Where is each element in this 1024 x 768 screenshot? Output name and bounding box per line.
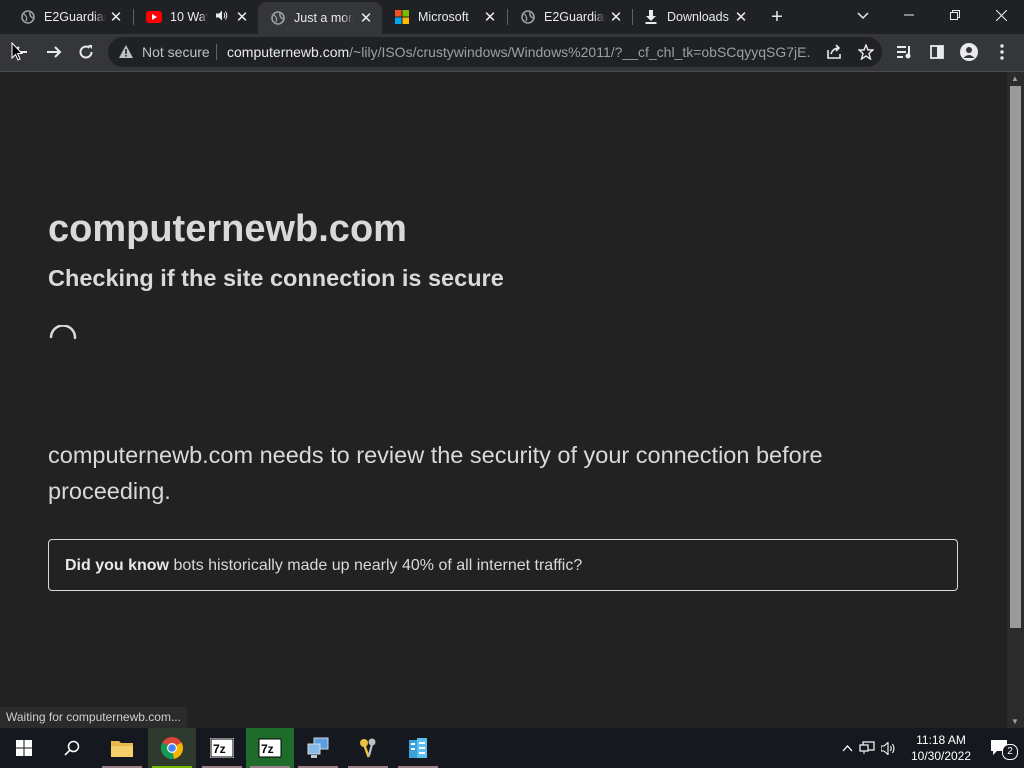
tab-title: E2Guardian <box>544 10 606 24</box>
search-icon <box>64 740 80 756</box>
scroll-down-arrow-icon[interactable]: ▼ <box>1011 717 1019 726</box>
bookmark-star-icon[interactable] <box>856 42 876 62</box>
youtube-icon <box>146 9 162 25</box>
browser-toolbar: Not secure computernewb.com/~lily/ISOs/c… <box>0 34 1024 72</box>
page-content: computernewb.com Checking if the site co… <box>0 72 1007 728</box>
new-tab-button[interactable]: + <box>766 6 788 28</box>
vertical-scrollbar[interactable]: ▲ ▼ <box>1007 72 1024 728</box>
windows-logo-icon <box>16 740 32 756</box>
forward-button[interactable] <box>40 38 68 66</box>
chrome-icon <box>161 737 184 760</box>
folder-icon <box>111 741 133 757</box>
close-window-button[interactable] <box>978 0 1024 30</box>
tab-e2guardian-2[interactable]: E2Guardian ✕ <box>508 0 632 34</box>
site-title: computernewb.com <box>48 208 407 250</box>
network-app-button[interactable] <box>294 728 342 768</box>
url-text[interactable]: computernewb.com/~lily/ISOs/crustywindow… <box>227 44 811 60</box>
7zip-fm-icon: 7z <box>258 738 282 758</box>
svg-text:7z: 7z <box>213 742 226 756</box>
close-tab-icon[interactable]: ✕ <box>733 8 749 26</box>
did-you-know-fact: bots historically made up nearly 40% of … <box>169 557 583 574</box>
tab-title: E2Guardian <box>44 10 106 24</box>
share-icon[interactable] <box>824 42 844 62</box>
omnibox-divider <box>216 44 217 60</box>
svg-text:7z: 7z <box>261 742 274 756</box>
keys-app-button[interactable] <box>344 728 392 768</box>
did-you-know-text: Did you know bots historically made up n… <box>65 557 582 575</box>
reload-button[interactable] <box>72 38 100 66</box>
notification-count-badge: 2 <box>1002 744 1018 760</box>
system-tray <box>838 728 898 768</box>
scrollbar-thumb[interactable] <box>1010 86 1021 628</box>
menu-kebab-icon[interactable] <box>988 38 1016 66</box>
profile-avatar-icon[interactable] <box>955 38 983 66</box>
restore-button[interactable] <box>932 0 978 30</box>
page-subtitle: Checking if the site connection is secur… <box>48 265 504 291</box>
building-app-button[interactable] <box>394 728 442 768</box>
tab-microsoft[interactable]: Microsoft ✕ <box>382 0 506 34</box>
url-host: computernewb.com <box>227 44 350 60</box>
side-panel-icon[interactable] <box>923 38 951 66</box>
close-tab-icon[interactable]: ✕ <box>482 8 498 26</box>
tab-title: Downloads <box>667 10 729 24</box>
tab-youtube[interactable]: 10 Ways ✕ <box>134 0 258 34</box>
volume-icon[interactable] <box>878 741 898 755</box>
microsoft-logo-icon <box>394 9 410 25</box>
speaker-icon[interactable] <box>216 10 228 24</box>
minimize-button[interactable] <box>886 0 932 30</box>
taskbar-clock[interactable]: 11:18 AM 10/30/2022 <box>906 732 976 764</box>
security-message: computernewb.com needs to review the sec… <box>48 442 823 504</box>
start-button[interactable] <box>0 728 48 768</box>
tab-title: Microsoft <box>418 10 469 24</box>
tab-search-chevron-icon[interactable] <box>852 6 874 26</box>
globe-icon <box>270 10 286 26</box>
url-path: /~lily/ISOs/crustywindows/Windows%2011/?… <box>349 44 811 60</box>
address-bar[interactable]: Not secure computernewb.com/~lily/ISOs/c… <box>108 37 882 67</box>
action-center-button[interactable]: 2 <box>976 728 1024 768</box>
mouse-cursor-icon <box>11 42 23 61</box>
not-secure-label[interactable]: Not secure <box>142 44 210 60</box>
download-icon <box>643 9 659 25</box>
clock-date: 10/30/2022 <box>910 749 972 763</box>
show-hidden-icons-chevron-icon[interactable] <box>838 744 856 752</box>
7zip-button[interactable]: 7z <box>198 728 246 768</box>
clock-time: 11:18 AM <box>916 733 966 747</box>
loading-spinner-icon <box>49 325 77 340</box>
tab-just-a-moment[interactable]: Just a moment ✕ <box>258 2 382 34</box>
windows-taskbar: 7z 7z 11:18 AM 10/30/2022 2 <box>0 728 1024 768</box>
file-explorer-button[interactable] <box>98 728 146 768</box>
media-control-icon[interactable] <box>891 38 919 66</box>
close-tab-icon[interactable]: ✕ <box>608 8 624 26</box>
close-tab-icon[interactable]: ✕ <box>234 8 250 26</box>
building-icon <box>409 738 427 758</box>
search-button[interactable] <box>48 728 96 768</box>
did-you-know-box: Did you know bots historically made up n… <box>48 539 958 591</box>
tab-strip: E2Guardian ✕ 10 Ways ✕ Just a moment ✕ M… <box>0 0 1024 34</box>
tab-e2guardian-1[interactable]: E2Guardian ✕ <box>0 0 132 34</box>
network-computer-icon <box>307 737 329 758</box>
network-icon[interactable] <box>856 741 878 755</box>
window-controls <box>886 0 1024 30</box>
7zip-fm-button[interactable]: 7z <box>246 728 294 768</box>
close-tab-icon[interactable]: ✕ <box>358 9 374 27</box>
chrome-button[interactable] <box>148 728 196 768</box>
globe-icon <box>520 9 536 25</box>
tab-title: 10 Ways <box>170 10 208 24</box>
7zip-icon: 7z <box>210 738 234 758</box>
close-tab-icon[interactable]: ✕ <box>108 8 124 26</box>
did-you-know-label: Did you know <box>65 557 169 574</box>
tab-title: Just a moment <box>294 11 354 25</box>
warning-icon[interactable] <box>118 44 134 64</box>
tab-downloads[interactable]: Downloads ✕ <box>633 0 757 34</box>
status-bubble: Waiting for computernewb.com... <box>0 707 187 728</box>
globe-icon <box>20 9 36 25</box>
keys-icon <box>360 738 376 758</box>
scroll-up-arrow-icon[interactable]: ▲ <box>1011 74 1019 83</box>
